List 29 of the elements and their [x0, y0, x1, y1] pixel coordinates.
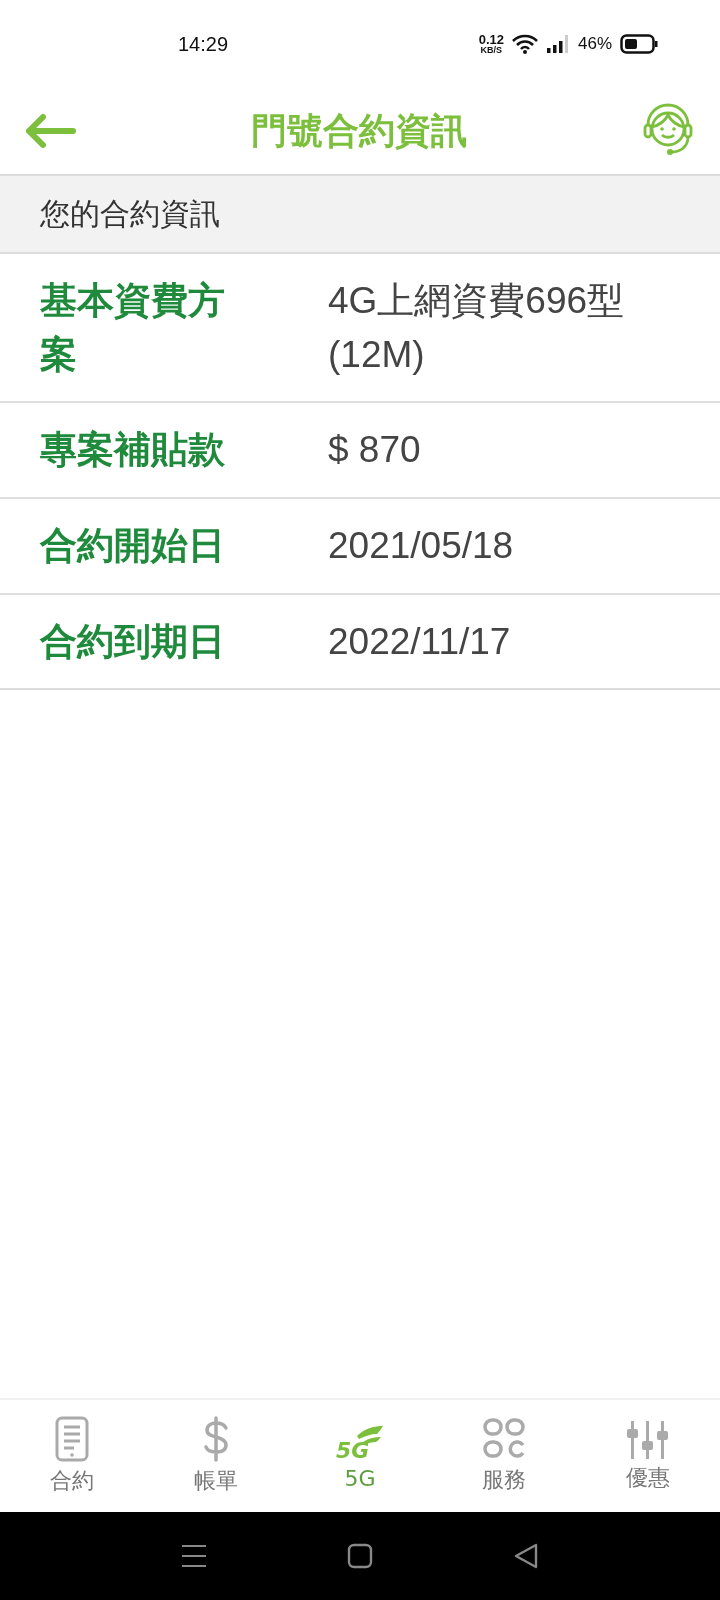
menu-icon[interactable]	[181, 1544, 207, 1568]
net-speed: 0.12	[478, 33, 504, 46]
sliders-icon	[626, 1419, 670, 1459]
dollar-icon	[202, 1416, 230, 1462]
grid-icon	[482, 1417, 526, 1461]
field-value: 2021/05/18	[328, 523, 515, 568]
wifi-icon	[511, 34, 538, 54]
status-time: 14:29	[178, 32, 229, 56]
home-icon[interactable]	[347, 1543, 373, 1569]
nav-tab[interactable]: 優惠	[576, 1400, 720, 1512]
nav-tab[interactable]: 服務	[432, 1400, 576, 1512]
back-icon[interactable]	[513, 1543, 539, 1569]
net-speed-unit: KB/S	[480, 46, 503, 55]
nav-tab[interactable]: 5G 5G	[288, 1400, 432, 1512]
nav-tab[interactable]: 合約	[0, 1400, 144, 1512]
field-value: $ 870	[328, 428, 422, 473]
battery-icon	[620, 34, 658, 54]
field-label: 合約開始日	[40, 522, 226, 569]
field-label: 專案補貼款	[40, 427, 226, 474]
field-value: 4G上網資費696型(12M)	[328, 279, 626, 377]
signal-icon	[545, 34, 570, 54]
section-title: 您的合約資訊	[0, 176, 720, 254]
document-icon	[55, 1416, 89, 1462]
field-value: 2022/11/17	[328, 619, 512, 664]
page-title: 門號合約資訊	[251, 108, 467, 153]
field-label: 基本資費方案	[40, 278, 226, 378]
field-label: 合約到期日	[40, 618, 226, 665]
battery-percent: 46%	[577, 34, 612, 54]
nav-tab[interactable]: 帳單	[144, 1400, 288, 1512]
